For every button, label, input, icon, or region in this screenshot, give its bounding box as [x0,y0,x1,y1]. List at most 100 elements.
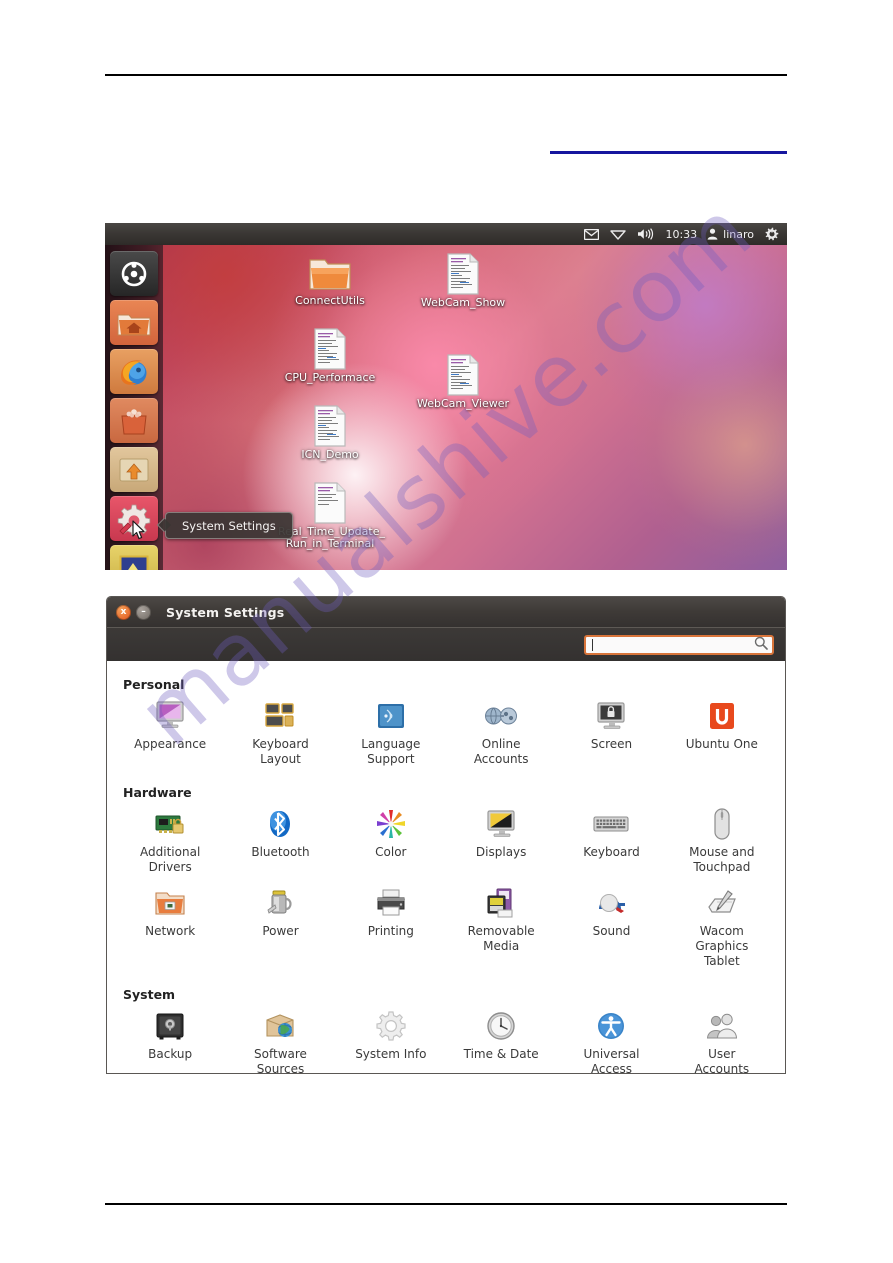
document-icon [278,328,382,370]
folder-icon [278,251,382,293]
sound-icon [558,885,664,921]
document-icon [411,354,515,396]
settings-item-label: Mouse and Touchpad [689,845,755,874]
settings-item-software-sources[interactable]: Software Sources [225,1004,335,1074]
settings-item-displays[interactable]: Displays [446,802,556,881]
settings-item-label: Keyboard [583,845,640,859]
settings-item-label: Keyboard Layout [252,737,309,766]
launcher-tooltip-label: System Settings [182,518,276,533]
search-box[interactable] [584,634,774,655]
settings-item-ubuntu-one[interactable]: Ubuntu One [667,694,777,773]
page-accent-rule [550,151,787,154]
panel-clock[interactable]: 10:33 [665,229,697,240]
clock-icon [448,1008,554,1044]
settings-item-keyboard-layout[interactable]: Keyboard Layout [225,694,335,773]
settings-item-online-accounts[interactable]: Online Accounts [446,694,556,773]
keyboard-icon [558,806,664,842]
desktop-icon-webcam-viewer[interactable]: WebCam_Viewer [411,354,515,410]
page-header-rule [105,74,787,76]
settings-item-label: Screen [590,737,633,751]
document-icon [411,253,515,295]
color-icon [338,806,444,842]
launcher-item-media-player[interactable] [110,545,158,570]
settings-item-system-info[interactable]: System Info [336,1004,446,1073]
section-title-hardware: Hardware [123,785,192,800]
section-title-personal: Personal [123,677,185,692]
system-settings-window: x – System Settings Personal Appearance … [106,596,786,1074]
search-icon[interactable] [754,635,768,654]
settings-item-screen[interactable]: Screen [556,694,666,773]
online-accounts-icon [448,698,554,734]
desktop-icon-label: ConnectUtils [295,294,365,307]
desktop-icon-connectutils[interactable]: ConnectUtils [278,251,382,307]
settings-item-mouse-touchpad[interactable]: Mouse and Touchpad [667,802,777,881]
settings-item-backup[interactable]: Backup [115,1004,225,1073]
window-minimize-button[interactable]: – [136,604,151,620]
settings-item-label: Language Support [361,737,421,766]
system-info-gear-icon [338,1008,444,1044]
panel-username[interactable]: linaro [723,229,754,240]
launcher-item-software-center[interactable] [110,398,158,443]
document-icon [278,482,382,524]
settings-item-appearance[interactable]: Appearance [115,694,225,773]
settings-item-removable-media[interactable]: Removable Media [446,881,556,975]
desktop-icon-webcam-show[interactable]: WebCam_Show [411,253,515,309]
settings-item-label: User Accounts [694,1047,750,1074]
settings-item-label: Backup [148,1047,193,1061]
settings-item-power[interactable]: Power [225,881,335,975]
search-input[interactable] [593,637,754,652]
network-icon [117,885,223,921]
wifi-icon[interactable] [610,229,627,240]
window-close-button[interactable]: x [116,604,131,620]
settings-item-time-date[interactable]: Time & Date [446,1004,556,1073]
settings-item-label: Removable Media [467,924,535,953]
settings-item-label: Wacom Graphics Tablet [695,924,749,968]
window-toolbar [107,627,785,661]
settings-item-label: Printing [367,924,414,938]
desktop-icon-icn-demo[interactable]: ICN_Demo [278,405,382,461]
user-avatar-icon[interactable] [707,228,718,240]
settings-item-language-support[interactable]: Language Support [336,694,446,773]
settings-item-label: Bluetooth [251,845,310,859]
keyboard-layout-icon [227,698,333,734]
universal-access-icon [558,1008,664,1044]
settings-item-bluetooth[interactable]: Bluetooth [225,802,335,881]
settings-item-label: Software Sources [254,1047,307,1074]
user-accounts-icon [669,1008,775,1044]
launcher-item-dash-home[interactable] [110,251,158,296]
launcher-item-update-manager[interactable] [110,447,158,492]
desktop-icon-label: WebCam_Show [420,296,506,309]
unity-top-panel: 10:33 linaro [105,223,787,245]
session-gear-icon[interactable] [765,227,779,241]
settings-item-label: Online Accounts [473,737,529,766]
volume-icon[interactable] [637,228,654,240]
section-grid-system: Backup Software Sources System Info Time… [107,1004,785,1074]
appearance-icon [117,698,223,734]
launcher-tooltip: System Settings [165,512,293,539]
settings-item-label: Power [262,924,299,938]
settings-item-sound[interactable]: Sound [556,881,666,975]
launcher-item-home-folder[interactable] [110,300,158,345]
settings-item-user-accounts[interactable]: User Accounts [667,1004,777,1074]
settings-item-universal-access[interactable]: Universal Access [556,1004,666,1074]
settings-item-keyboard[interactable]: Keyboard [556,802,666,881]
messaging-icon[interactable] [584,228,600,240]
settings-item-network[interactable]: Network [115,881,225,975]
screen-lock-icon [558,698,664,734]
settings-item-color[interactable]: Color [336,802,446,881]
removable-media-icon [448,885,554,921]
page-footer-rule [105,1203,787,1205]
ubuntu-one-icon [669,698,775,734]
desktop-icon-cpu-performace[interactable]: CPU_Performace [278,328,382,384]
settings-item-label: Universal Access [583,1047,640,1074]
settings-item-wacom-tablet[interactable]: Wacom Graphics Tablet [667,881,777,975]
wacom-tablet-icon [669,885,775,921]
settings-item-additional-drivers[interactable]: Additional Drivers [115,802,225,881]
desktop-icon-real-time-update[interactable]: Real_Time_Update_ Run_in_Terminal [278,482,385,550]
language-support-icon [338,698,444,734]
desktop-screenshot: 10:33 linaro ConnectUtils WebCam_Show CP… [105,223,787,570]
launcher-item-firefox[interactable] [110,349,158,394]
settings-item-printing[interactable]: Printing [336,881,446,975]
